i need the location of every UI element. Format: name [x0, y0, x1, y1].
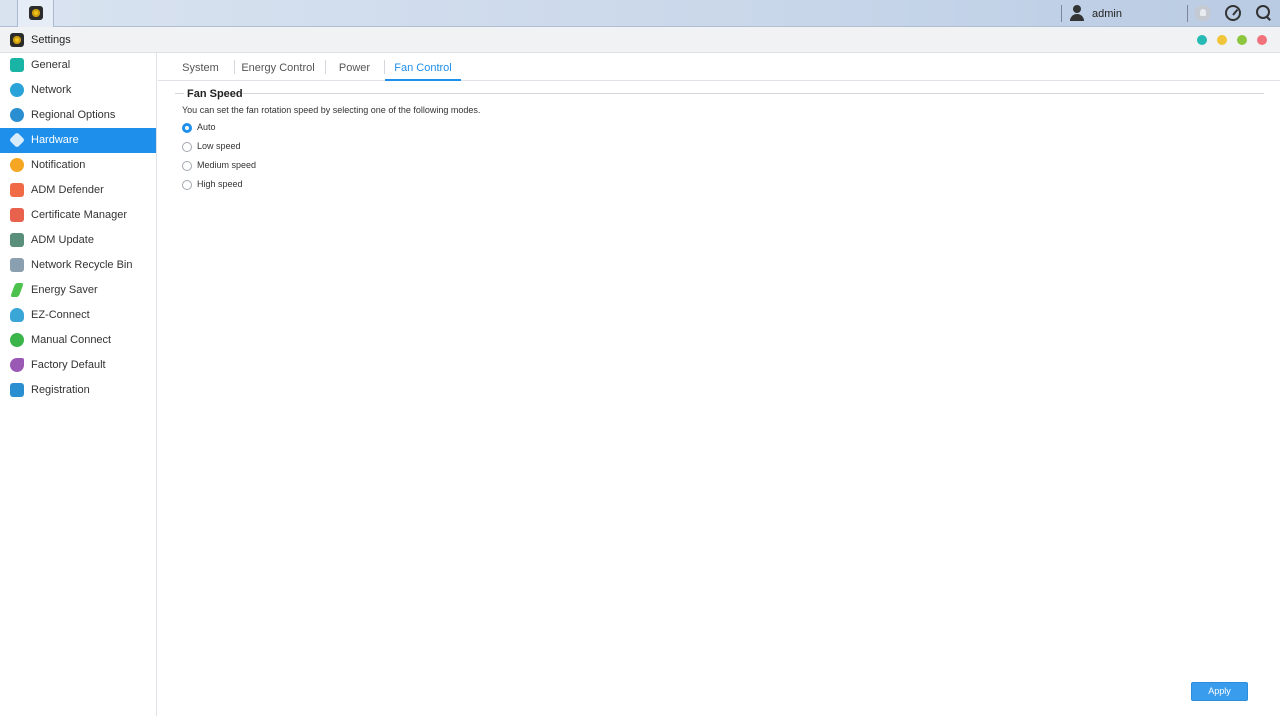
radio-button[interactable]: [182, 180, 192, 190]
section-title: Fan Speed: [187, 88, 243, 100]
sidebar-item-label: Network: [31, 84, 72, 96]
tab-system[interactable]: System: [170, 53, 231, 81]
hardware-icon: [9, 132, 25, 148]
sidebar-item-notification[interactable]: Notification: [0, 153, 156, 178]
notification-bell-icon[interactable]: [1195, 5, 1211, 21]
sidebar-item-label: ADM Update: [31, 234, 94, 246]
radio-label: Medium speed: [197, 160, 257, 170]
ez-connect-icon: [10, 308, 24, 322]
tab-separator: [234, 60, 235, 74]
radio-label: Low speed: [197, 141, 241, 151]
sidebar-item-regional-options[interactable]: Regional Options: [0, 103, 156, 128]
sidebar-item-certificate-manager[interactable]: Certificate Manager: [0, 203, 156, 228]
update-icon: [10, 233, 24, 247]
settings-window-icon: [10, 33, 24, 47]
sidebar-item-general[interactable]: General: [0, 53, 156, 78]
radio-button-checked[interactable]: [182, 123, 192, 133]
tab-label: Power: [338, 62, 371, 74]
tab-label: Fan Control: [394, 62, 452, 74]
user-icon[interactable]: [1069, 5, 1085, 21]
recycle-bin-icon: [10, 258, 24, 272]
settings-sidebar: General Network Regional Options Hardwar…: [0, 53, 157, 716]
radio-label: High speed: [197, 179, 243, 189]
notification-icon: [10, 158, 24, 172]
sidebar-item-label: Hardware: [31, 134, 79, 146]
sidebar-item-label: Energy Saver: [31, 284, 98, 296]
sidebar-item-label: Regional Options: [31, 109, 116, 121]
sidebar-item-label: Manual Connect: [31, 334, 112, 346]
sidebar-item-label: General: [31, 59, 71, 71]
close-window-control[interactable]: [1257, 35, 1267, 45]
globe-icon: [10, 83, 24, 97]
dashboard-icon[interactable]: [1225, 5, 1241, 21]
sidebar-item-label: ADM Defender: [31, 184, 104, 196]
apply-button[interactable]: Apply: [1191, 682, 1248, 701]
radio-label: Auto: [197, 122, 216, 132]
fieldset-border: [235, 93, 1264, 94]
tab-label: System: [182, 62, 219, 74]
tab-energy-control[interactable]: Energy Control: [238, 53, 318, 81]
tab-separator: [325, 60, 326, 74]
sidebar-item-manual-connect[interactable]: Manual Connect: [0, 328, 156, 353]
sidebar-item-registration[interactable]: Registration: [0, 378, 156, 403]
manual-connect-icon: [10, 333, 24, 347]
regional-options-icon: [10, 108, 24, 122]
sidebar-item-label: Certificate Manager: [31, 209, 127, 221]
settings-taskbar-button[interactable]: [18, 0, 54, 27]
sidebar-item-label: EZ-Connect: [31, 309, 90, 321]
window-title: Settings: [31, 34, 71, 46]
taskbar-separator: [1061, 5, 1062, 22]
sidebar-item-label: Factory Default: [31, 359, 106, 371]
sidebar-item-ez-connect[interactable]: EZ-Connect: [0, 303, 156, 328]
sidebar-item-network[interactable]: Network: [0, 78, 156, 103]
registration-icon: [10, 383, 24, 397]
window-titlebar: Settings: [0, 27, 1280, 53]
teal-window-control[interactable]: [1197, 35, 1207, 45]
firewall-icon: [10, 183, 24, 197]
sidebar-item-label: Network Recycle Bin: [31, 259, 133, 271]
sidebar-item-hardware[interactable]: Hardware: [0, 128, 156, 153]
sidebar-item-adm-defender[interactable]: ADM Defender: [0, 178, 156, 203]
radio-button[interactable]: [182, 161, 192, 171]
search-icon[interactable]: [1256, 5, 1272, 21]
sidebar-item-energy-saver[interactable]: Energy Saver: [0, 278, 156, 303]
sidebar-item-label: Notification: [31, 159, 86, 171]
username-label[interactable]: admin: [1092, 8, 1122, 20]
taskbar-separator: [1187, 5, 1188, 22]
tab-label: Energy Control: [241, 62, 315, 74]
general-icon: [10, 58, 24, 72]
sidebar-item-network-recycle-bin[interactable]: Network Recycle Bin: [0, 253, 156, 278]
certificate-icon: [10, 208, 24, 222]
maximize-window-control[interactable]: [1237, 35, 1247, 45]
energy-saver-icon: [10, 283, 24, 297]
tab-fan-control[interactable]: Fan Control: [385, 53, 461, 81]
sidebar-item-adm-update[interactable]: ADM Update: [0, 228, 156, 253]
settings-tabs: System Energy Control Power Fan Control: [158, 53, 1280, 81]
fieldset-border: [175, 93, 184, 94]
tab-power[interactable]: Power: [328, 53, 381, 81]
fan-speed-description: You can set the fan rotation speed by se…: [182, 105, 481, 115]
taskbar: admin: [0, 0, 1280, 27]
settings-app-icon: [29, 6, 43, 20]
sidebar-item-label: Registration: [31, 384, 90, 396]
sidebar-item-factory-default[interactable]: Factory Default: [0, 353, 156, 378]
minimize-window-control[interactable]: [1217, 35, 1227, 45]
radio-button[interactable]: [182, 142, 192, 152]
factory-default-icon: [10, 358, 24, 372]
